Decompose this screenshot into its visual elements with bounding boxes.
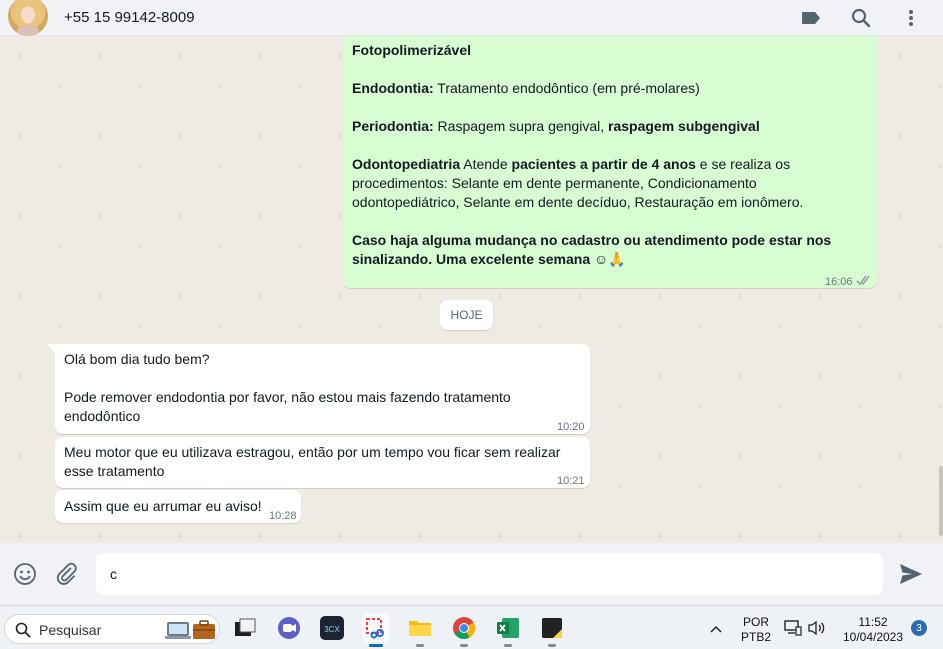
incoming-message[interactable]: Meu motor que eu utilizava estragou, ent… xyxy=(55,437,590,488)
3cx-label: 3CX xyxy=(324,625,340,634)
language-line-1: POR xyxy=(742,615,769,629)
message-text: esse tratamento xyxy=(64,463,165,479)
notification-badge[interactable]: 3 xyxy=(911,620,927,636)
volume-icon[interactable] xyxy=(807,620,827,636)
contact-name[interactable]: +55 15 99142-8009 xyxy=(64,9,195,26)
file-explorer-icon[interactable] xyxy=(406,614,434,647)
taskbar-search-label: Pesquisar xyxy=(39,622,102,638)
message-text: Atende xyxy=(460,156,512,172)
contact-avatar[interactable] xyxy=(8,0,48,36)
clock-time: 11:52 xyxy=(858,615,888,629)
message-text: Caso haja alguma mudança no cadastro ou … xyxy=(352,232,832,248)
emoji-text: ☺🙏 xyxy=(594,251,626,267)
read-ticks-icon xyxy=(856,275,870,286)
label-icon[interactable] xyxy=(800,7,822,29)
bubble-tail-icon xyxy=(47,344,56,354)
menu-icon[interactable] xyxy=(900,7,922,29)
sticky-notes-icon[interactable] xyxy=(538,614,566,647)
message-text: Periodontia: xyxy=(352,118,434,134)
message-input[interactable] xyxy=(96,553,883,595)
message-text: raspagem subgengival xyxy=(608,118,760,134)
excel-icon[interactable] xyxy=(494,614,522,647)
search-highlight-icon xyxy=(165,620,215,639)
message-text: e se realiza os xyxy=(695,156,791,172)
3cx-icon[interactable]: 3CX xyxy=(318,614,346,642)
message-text: Meu motor que eu utilizava estragou, ent… xyxy=(64,444,561,460)
language-line-2: PTB2 xyxy=(740,630,771,644)
app-indicator xyxy=(416,644,424,647)
message-text: odontopediátrico, Selante em dente decíd… xyxy=(352,194,804,210)
desktop-app-icon[interactable] xyxy=(231,614,259,642)
message-time: 16:06 xyxy=(825,276,853,288)
message-text: Olá bom dia tudo bem? xyxy=(64,351,210,367)
chat-scrollbar[interactable] xyxy=(939,466,943,536)
app-indicator xyxy=(504,644,512,647)
network-icon[interactable] xyxy=(784,620,802,636)
emoji-icon[interactable] xyxy=(12,561,38,587)
snipping-tool-icon[interactable] xyxy=(362,614,390,647)
message-text: sinalizando. Uma excelente semana xyxy=(352,251,591,267)
message-text: pacientes a partir de 4 anos xyxy=(511,156,696,172)
chrome-icon[interactable] xyxy=(450,614,478,647)
message-composer xyxy=(0,543,943,605)
clock-date: 10/04/2023 xyxy=(842,630,904,644)
message-time: 10:20 xyxy=(557,421,585,433)
day-separator-label: HOJE xyxy=(450,308,483,322)
attach-icon[interactable] xyxy=(53,561,79,587)
message-text: procedimentos: Selante em dente permanen… xyxy=(352,175,757,191)
incoming-message[interactable]: Assim que eu arrumar eu aviso! 10:28 xyxy=(55,490,301,523)
app-indicator xyxy=(460,644,468,647)
message-text: Pode remover endodontia por favor, não e… xyxy=(64,389,511,405)
message-text: Raspagem supra gengival, xyxy=(433,118,608,134)
chat-area: Fotopolimerizável Endodontia: Tratamento… xyxy=(0,36,943,543)
search-icon[interactable] xyxy=(850,7,872,29)
incoming-message[interactable]: Olá bom dia tudo bem? Pode remover endod… xyxy=(55,344,590,434)
search-icon xyxy=(15,622,31,638)
message-text: Assim que eu arrumar eu aviso! xyxy=(64,498,262,514)
message-time: 10:21 xyxy=(557,475,585,487)
language-indicator[interactable]: POR PTB2 xyxy=(738,615,774,645)
windows-taskbar: Pesquisar 3CX POR PTB2 11:52 10/04/2023 xyxy=(0,605,943,649)
active-app-indicator xyxy=(369,644,383,647)
outgoing-message[interactable]: Fotopolimerizável Endodontia: Tratamento… xyxy=(343,36,877,288)
app-indicator xyxy=(548,644,556,647)
teams-icon[interactable] xyxy=(275,614,303,642)
message-text: endodôntico xyxy=(64,408,141,424)
clock[interactable]: 11:52 10/04/2023 xyxy=(838,615,908,645)
send-icon[interactable] xyxy=(898,561,924,587)
taskbar-search[interactable]: Pesquisar xyxy=(4,614,220,644)
message-text: Fotopolimerizável xyxy=(352,42,472,58)
day-separator: HOJE xyxy=(440,300,493,330)
message-text: Endodontia: xyxy=(352,80,434,96)
message-text: Tratamento endodôntico (em pré-molares) xyxy=(433,80,700,96)
message-text: Odontopediatria xyxy=(352,156,461,172)
tray-chevron-icon[interactable] xyxy=(710,625,722,633)
message-time: 10:28 xyxy=(269,510,297,522)
chat-header: +55 15 99142-8009 xyxy=(0,0,943,36)
